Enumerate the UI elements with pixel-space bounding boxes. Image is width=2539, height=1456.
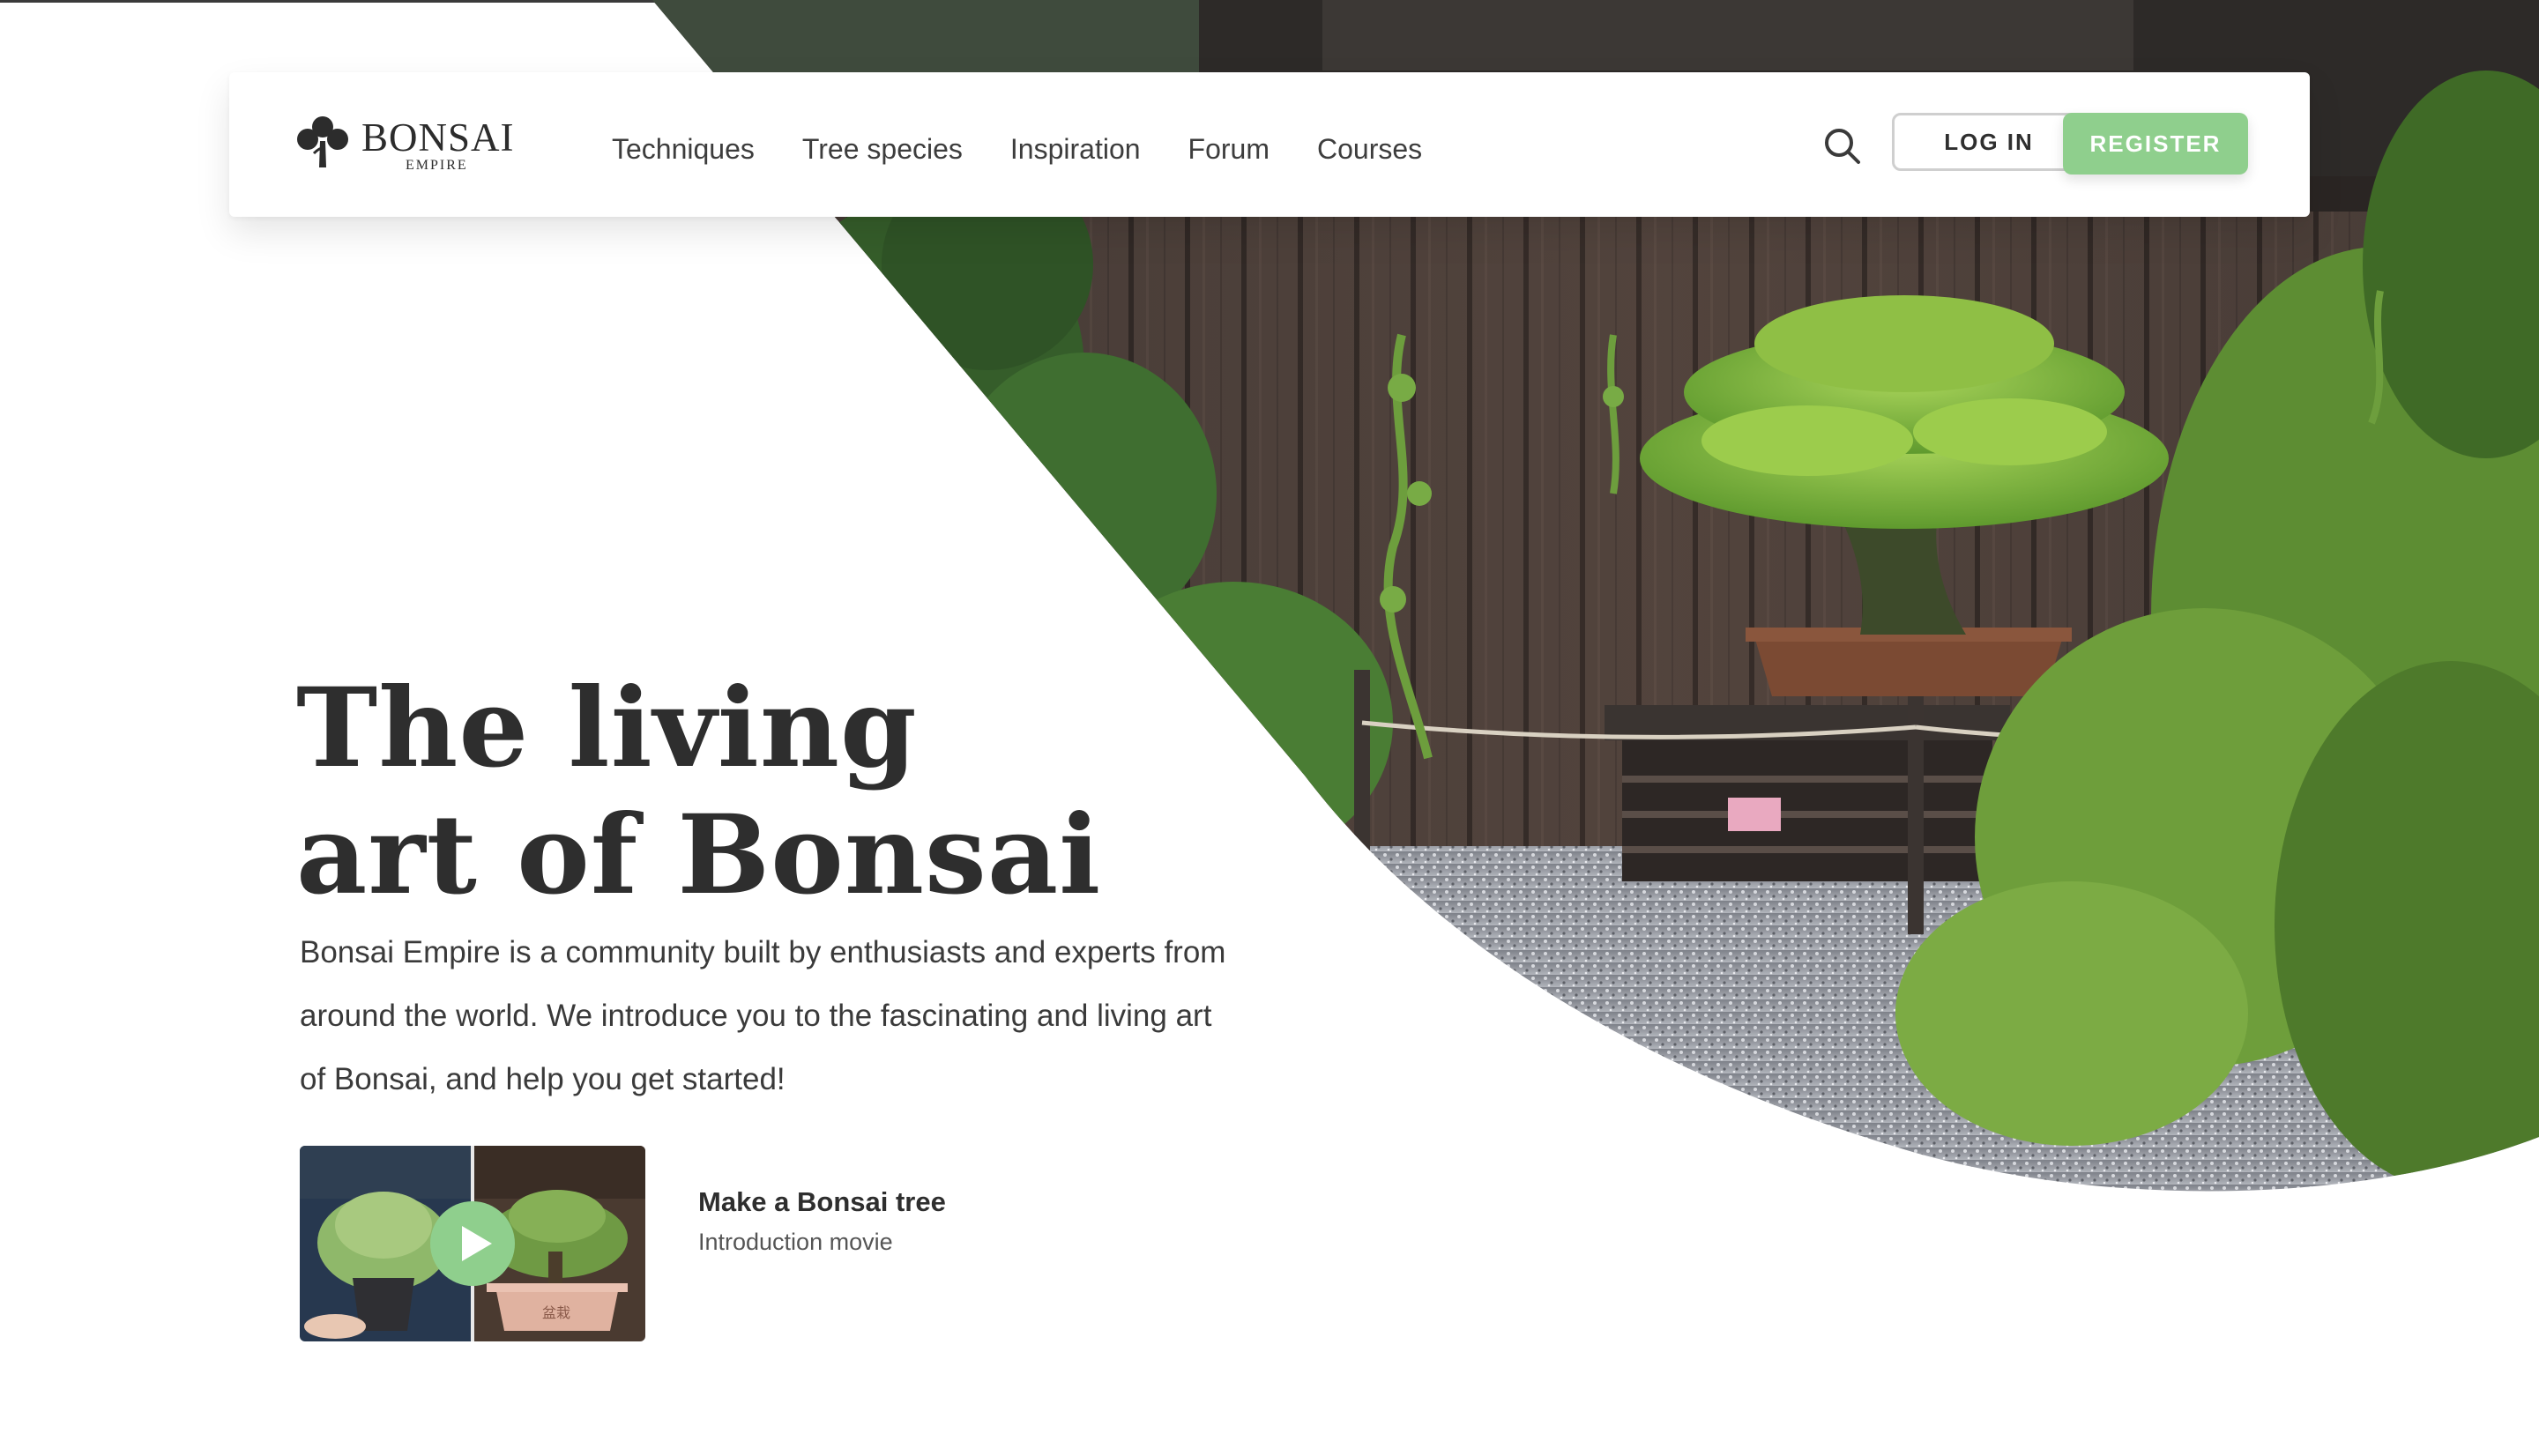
video-subtitle: Introduction movie bbox=[698, 1229, 893, 1255]
hero-title-line-2: art of Bonsai bbox=[296, 791, 1102, 920]
brand-logo[interactable]: BONSAI EMPIRE bbox=[293, 115, 522, 176]
primary-nav: Techniques Tree species Inspiration Foru… bbox=[612, 72, 1470, 217]
brand-name: BONSAI bbox=[361, 115, 515, 160]
nav-link-tree-species[interactable]: Tree species bbox=[802, 124, 963, 166]
intro-video-card[interactable]: 盆栽 Make a Bonsai tree Introduction movie bbox=[300, 1146, 1181, 1341]
search-icon[interactable] bbox=[1821, 125, 1864, 167]
nav-link-forum[interactable]: Forum bbox=[1188, 124, 1270, 166]
brand-tagline: EMPIRE bbox=[406, 158, 468, 173]
login-button[interactable]: LOG IN bbox=[1892, 113, 2086, 171]
bonsai-logo-icon bbox=[297, 116, 348, 167]
nav-link-courses[interactable]: Courses bbox=[1317, 124, 1422, 166]
hero-description: Bonsai Empire is a community built by en… bbox=[300, 935, 1226, 1096]
video-title[interactable]: Make a Bonsai tree bbox=[698, 1186, 946, 1218]
register-button[interactable]: REGISTER bbox=[2063, 113, 2248, 175]
hero-title: The living art of Bonsai bbox=[296, 665, 1266, 919]
top-navbar: BONSAI EMPIRE Techniques Tree species In… bbox=[229, 72, 2310, 217]
hero-title-line-1: The living bbox=[296, 665, 918, 793]
play-icon[interactable] bbox=[428, 1200, 517, 1288]
nav-link-techniques[interactable]: Techniques bbox=[612, 124, 755, 166]
svg-text:盆栽: 盆栽 bbox=[542, 1304, 570, 1321]
nav-link-inspiration[interactable]: Inspiration bbox=[1010, 124, 1141, 166]
video-thumbnail[interactable]: 盆栽 bbox=[300, 1146, 645, 1341]
